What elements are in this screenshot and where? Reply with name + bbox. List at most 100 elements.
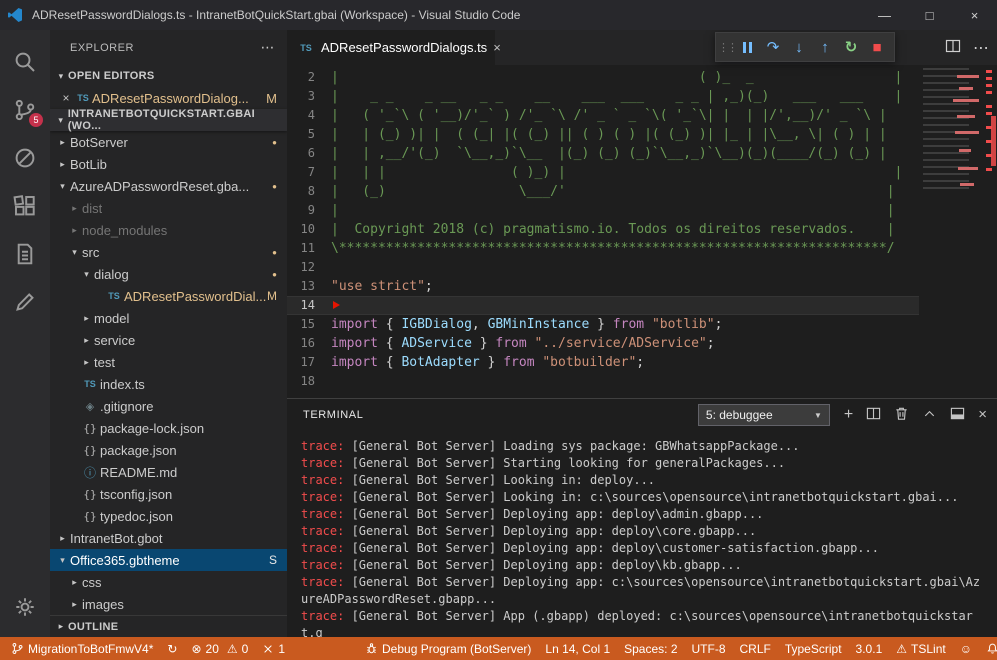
title-bar: ADResetPasswordDialogs.ts - IntranetBotQ… [0, 0, 997, 30]
line-number: 11 [287, 239, 331, 258]
tree-folder-item[interactable]: ▸model [50, 307, 287, 329]
tree-item-label: model [94, 311, 129, 326]
indentation[interactable]: Spaces: 2 [617, 637, 684, 660]
code-line: 14 [287, 296, 997, 315]
tree-folder-item[interactable]: ▸dist [50, 197, 287, 219]
extensions-icon[interactable] [0, 182, 50, 230]
tree-file-item[interactable]: ◈.gitignore [50, 395, 287, 417]
git-status-badge: S [269, 553, 277, 567]
terminal-output[interactable]: trace: [General Bot Server] Loading sys … [287, 431, 997, 637]
document-icon[interactable] [0, 230, 50, 278]
tree-folder-item[interactable]: ▸node_modules [50, 219, 287, 241]
terminal-line: trace: [General Bot Server] Looking in: … [301, 472, 983, 489]
line-number: 16 [287, 334, 331, 353]
kill-terminal-trash-icon[interactable] [894, 406, 909, 424]
tree-folder-item[interactable]: ▾src● [50, 241, 287, 263]
line-number: 3 [287, 87, 331, 106]
step-out-icon[interactable]: ↑ [812, 34, 838, 60]
tab-adresetpassworddialogs[interactable]: TS ADResetPasswordDialogs.ts × [287, 30, 495, 65]
code-editor[interactable]: 2| ( )_ _ |3| _ _ _ __ _ _ __ ___ ___ _ … [287, 65, 997, 398]
more-actions-icon[interactable]: ⋯ [261, 39, 276, 56]
tree-file-item[interactable]: {}typedoc.json [50, 505, 287, 527]
debug-icon[interactable] [0, 134, 50, 182]
tree-folder-item[interactable]: ▾Office365.gbthemeS [50, 549, 287, 571]
modified-dot-icon: ● [272, 138, 277, 147]
eol-sequence[interactable]: CRLF [733, 637, 778, 660]
stop-icon[interactable]: ■ [864, 34, 890, 60]
tree-file-item[interactable]: {}package.json [50, 439, 287, 461]
settings-gear-icon[interactable] [0, 583, 50, 631]
toggle-panel-icon[interactable] [950, 406, 965, 424]
line-number: 18 [287, 372, 331, 391]
close-tab-icon[interactable]: × [493, 40, 501, 55]
problems-item[interactable]: ⊗ 20 ⚠ 0 [184, 637, 255, 660]
tree-file-item[interactable]: {}package-lock.json [50, 417, 287, 439]
tree-folder-item[interactable]: ▾dialog● [50, 263, 287, 285]
outline-header[interactable]: ▸ OUTLINE [50, 615, 287, 637]
git-branch-item[interactable]: MigrationToBotFmwV4* [4, 637, 160, 660]
tslint-item[interactable]: ⚠ TSLint [889, 637, 952, 660]
restart-icon[interactable]: ↻ [838, 34, 864, 60]
new-terminal-icon[interactable]: + [844, 407, 853, 423]
terminal-line: trace: [General Bot Server] Starting loo… [301, 455, 983, 472]
line-number: 12 [287, 258, 331, 277]
tree-file-item[interactable]: ⓘREADME.md [50, 461, 287, 483]
encoding[interactable]: UTF-8 [685, 637, 733, 660]
language-mode[interactable]: TypeScript [778, 637, 849, 660]
open-editor-item[interactable]: × TS ADResetPasswordDialog... M [50, 87, 287, 109]
status-bar: MigrationToBotFmwV4* ↻ ⊗ 20 ⚠ 0 1 Debug … [0, 637, 997, 660]
source-control-badge: 5 [29, 113, 43, 127]
step-over-icon[interactable]: ↷ [760, 34, 786, 60]
typescript-version[interactable]: 3.0.1 [849, 637, 890, 660]
tree-file-item[interactable]: TSindex.ts [50, 373, 287, 395]
maximize-panel-chevron-icon[interactable] [922, 406, 937, 424]
terminal-select[interactable]: 5: debuggee ▼ [698, 404, 830, 426]
debug-program-item[interactable]: Debug Program (BotServer) [358, 637, 538, 660]
tree-folder-item[interactable]: ▸BotLib [50, 153, 287, 175]
search-icon[interactable] [0, 38, 50, 86]
braces-file-icon: {} [81, 422, 99, 435]
edit-icon[interactable] [0, 278, 50, 326]
close-icon[interactable]: × [58, 91, 74, 105]
tree-folder-item[interactable]: ▾AzureADPasswordReset.gba...● [50, 175, 287, 197]
split-editor-icon[interactable] [945, 38, 961, 57]
feedback-smiley-icon[interactable]: ☺ [953, 637, 979, 660]
tab-terminal[interactable]: TERMINAL [303, 409, 363, 421]
split-terminal-icon[interactable] [866, 406, 881, 424]
tasks-item[interactable]: 1 [255, 637, 292, 660]
pause-icon[interactable] [734, 34, 760, 60]
tree-folder-item[interactable]: ▸test [50, 351, 287, 373]
tree-item-label: dist [82, 201, 102, 216]
tree-file-item[interactable]: TSADResetPasswordDial...M [50, 285, 287, 307]
code-line: 12 [287, 258, 997, 277]
cursor-position[interactable]: Ln 14, Col 1 [538, 637, 617, 660]
tree-folder-item[interactable]: ▸IntranetBot.gbot [50, 527, 287, 549]
step-into-icon[interactable]: ↓ [786, 34, 812, 60]
tree-folder-item[interactable]: ▸images [50, 593, 287, 615]
sync-icon[interactable]: ↻ [160, 637, 184, 660]
open-editors-header[interactable]: ▾ OPEN EDITORS [50, 65, 287, 87]
tree-item-label: index.ts [100, 377, 145, 392]
overview-ruler[interactable] [983, 65, 997, 398]
close-button[interactable]: × [952, 0, 997, 30]
tree-folder-item[interactable]: ▸service [50, 329, 287, 351]
source-control-icon[interactable]: 5 [0, 86, 50, 134]
editor-more-actions-icon[interactable]: ⋯ [973, 38, 989, 58]
minimize-button[interactable]: — [862, 0, 907, 30]
tree-folder-item[interactable]: ▸BotServer● [50, 131, 287, 153]
explorer-sidebar: EXPLORER ⋯ ▾ OPEN EDITORS × TS ADResetPa… [50, 30, 287, 637]
tree-folder-item[interactable]: ▸css [50, 571, 287, 593]
notifications-bell-icon[interactable] [979, 637, 997, 660]
maximize-button[interactable]: □ [907, 0, 952, 30]
terminal-line: trace: [General Bot Server] Deploying ap… [301, 557, 983, 574]
terminal-line: trace: [General Bot Server] Deploying ap… [301, 540, 983, 557]
drag-grip-icon[interactable]: ⋮⋮ [720, 34, 734, 60]
tree-item-label: images [82, 597, 124, 612]
git-branch-icon [11, 642, 24, 655]
close-panel-icon[interactable]: × [978, 407, 987, 423]
scrollbar-slider[interactable] [991, 116, 996, 166]
minimap[interactable] [919, 65, 983, 398]
workspace-header[interactable]: ▾ INTRANETBOTQUICKSTART.GBAI (WO... [50, 109, 287, 131]
terminal-line: trace: [General Bot Server] Deploying ap… [301, 523, 983, 540]
tree-file-item[interactable]: {}tsconfig.json [50, 483, 287, 505]
